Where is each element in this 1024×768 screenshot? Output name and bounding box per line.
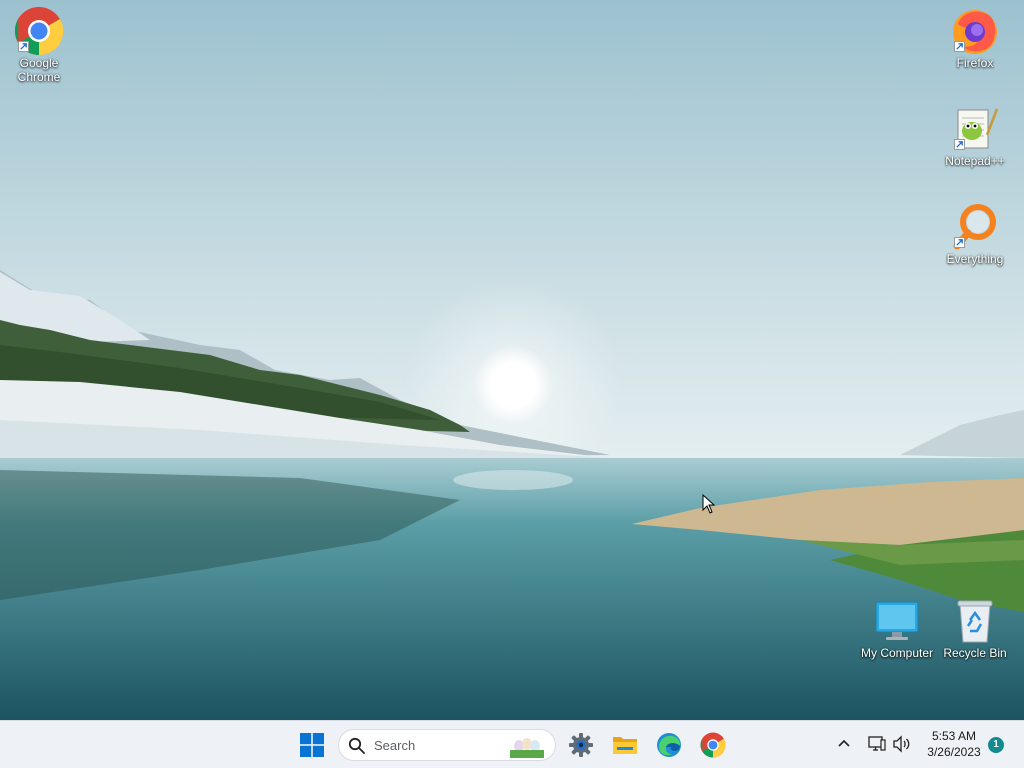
clock-date: 3/26/2023 — [927, 745, 981, 759]
taskbar-settings-button[interactable] — [563, 727, 599, 763]
desktop-icon-label: Firefox — [956, 56, 994, 70]
taskbar-edge-button[interactable] — [651, 727, 687, 763]
notepad-plus-plus-icon — [950, 104, 1000, 154]
chrome-icon — [700, 732, 726, 758]
taskbar: Search 5:53 AM 3/26/2023 1 — [0, 720, 1024, 768]
search-highlight-icon — [510, 738, 544, 758]
desktop-icon-firefox[interactable]: Firefox — [936, 6, 1014, 70]
desktop-icon-my-computer[interactable]: My Computer — [858, 596, 936, 660]
desktop-icon-google-chrome[interactable]: Google Chrome — [0, 6, 78, 84]
monitor-icon — [872, 596, 922, 646]
firefox-icon — [950, 6, 1000, 56]
edge-icon — [657, 733, 681, 757]
settings-icon — [569, 733, 593, 757]
desktop-icon-notepad-plus-plus[interactable]: Notepad++ — [936, 104, 1014, 168]
taskbar-file-explorer-button[interactable] — [607, 727, 643, 763]
desktop-icon-recycle-bin[interactable]: Recycle Bin — [936, 596, 1014, 660]
network-icon[interactable] — [867, 735, 887, 753]
shortcut-arrow-icon — [954, 237, 965, 248]
clock-time: 5:53 AM — [931, 729, 977, 743]
everything-search-icon — [950, 202, 1000, 252]
volume-icon[interactable] — [892, 735, 912, 753]
recycle-bin-icon — [950, 596, 1000, 646]
notification-badge[interactable]: 1 — [988, 737, 1004, 753]
chrome-icon — [14, 6, 64, 56]
file-explorer-icon — [613, 737, 637, 754]
show-hidden-icons-chevron-icon[interactable] — [836, 736, 852, 752]
search-label: Search — [374, 738, 416, 753]
desktop-icon-label: My Computer — [860, 646, 934, 660]
mouse-cursor-icon — [702, 494, 716, 514]
desktop-icon-label: Google Chrome — [17, 56, 61, 84]
desktop[interactable]: Google Chrome Firefox Notepad++ Everythi… — [0, 0, 1024, 720]
taskbar-search-box[interactable]: Search — [338, 729, 556, 761]
shortcut-arrow-icon — [18, 41, 29, 52]
taskbar-clock[interactable]: 5:53 AM 3/26/2023 — [918, 728, 990, 760]
desktop-icon-label: Recycle Bin — [943, 646, 1007, 660]
desktop-icon-label: Notepad++ — [945, 154, 1005, 168]
search-icon — [348, 737, 365, 754]
desktop-icon-everything[interactable]: Everything — [936, 202, 1014, 266]
shortcut-arrow-icon — [954, 41, 965, 52]
start-button[interactable] — [294, 727, 330, 763]
start-icon — [300, 733, 324, 757]
desktop-icon-label: Everything — [946, 252, 1004, 266]
taskbar-chrome-button[interactable] — [695, 727, 731, 763]
shortcut-arrow-icon — [954, 139, 965, 150]
